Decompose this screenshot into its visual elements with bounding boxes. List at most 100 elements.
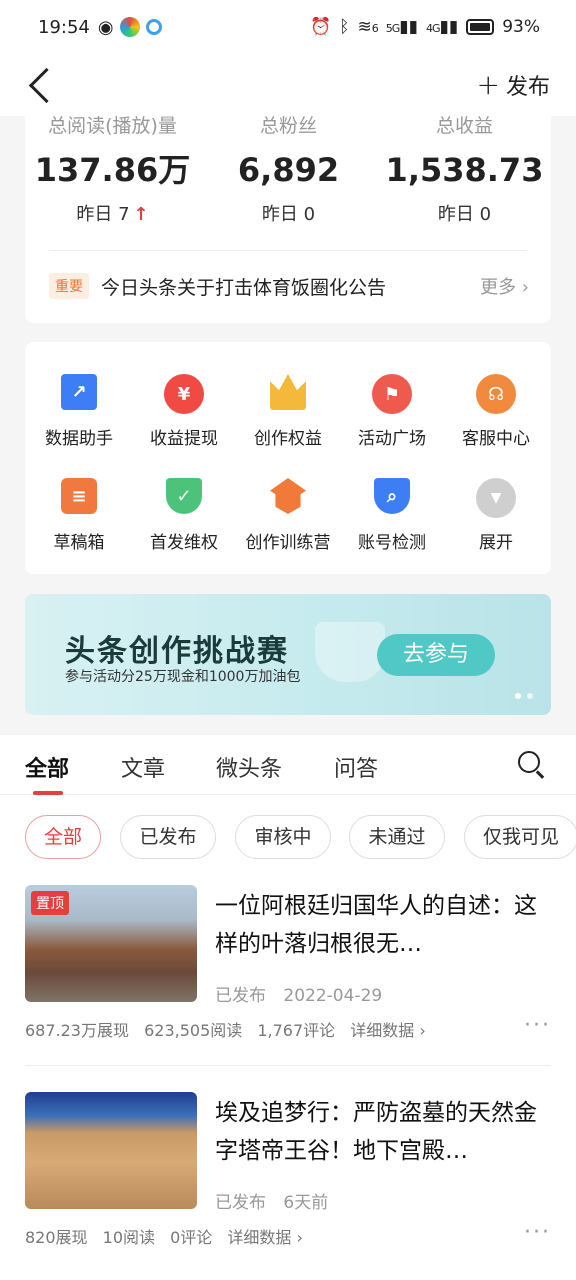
back-icon[interactable] bbox=[26, 65, 56, 105]
promo-banner[interactable]: 头条创作挑战赛 参与活动分25万现金和1000万加油包 去参与 bbox=[25, 594, 551, 715]
tool-label: 展开 bbox=[479, 533, 513, 553]
post-status: 已发布 bbox=[215, 986, 266, 1006]
crown-icon bbox=[270, 374, 306, 410]
post-thumbnail[interactable] bbox=[25, 1092, 197, 1209]
stat-total-reads[interactable]: 总阅读(播放)量 137.86万 昨日 7 ↑ bbox=[25, 116, 200, 226]
banner-title: 头条创作挑战赛 bbox=[65, 634, 289, 669]
flag-icon: ⚑ bbox=[372, 374, 412, 414]
stat-total-fans[interactable]: 总粉丝 6,892 昨日 0 bbox=[201, 116, 376, 226]
tool-income-withdraw[interactable]: ¥ 收益提现 bbox=[132, 374, 236, 449]
tab-articles[interactable]: 文章 bbox=[121, 751, 165, 783]
filter-private[interactable]: 仅我可见 bbox=[464, 815, 576, 859]
stat-yesterday: 昨日 0 bbox=[437, 204, 492, 225]
tab-micro-posts[interactable]: 微头条 bbox=[216, 751, 282, 783]
search-icon[interactable] bbox=[518, 751, 546, 779]
tools-grid: ↗ 数据助手 ¥ 收益提现 创作权益 ⚑ 活动广场 ☊ 客服中心 ≡ 草稿箱 ✓… bbox=[25, 342, 551, 574]
post-item[interactable]: 埃及追梦行：严防盗墓的天然金字塔帝王谷！地下宫殿… 已发布 6天前 820展现 … bbox=[25, 1092, 551, 1262]
trend-up-icon: ↑ bbox=[133, 204, 149, 225]
post-status: 已发布 bbox=[215, 1193, 266, 1213]
post-comments: 1,767评论 bbox=[257, 1021, 336, 1040]
post-date: 2022-04-29 bbox=[283, 986, 383, 1006]
post-item[interactable]: 置顶 一位阿根廷归国华人的自述：这样的叶落归根很无… 已发布 2022-04-2… bbox=[25, 885, 551, 1055]
tool-label: 活动广场 bbox=[358, 429, 426, 449]
notice-text[interactable]: 今日头条关于打击体育饭圈化公告 bbox=[101, 273, 386, 300]
signal-4g-icon: 4G▮▮ bbox=[425, 17, 459, 37]
draft-icon: ≡ bbox=[61, 478, 97, 514]
stat-value: 137.86万 bbox=[34, 151, 191, 189]
chart-icon: ↗ bbox=[61, 374, 97, 410]
tool-label: 首发维权 bbox=[150, 533, 218, 553]
tool-label: 草稿箱 bbox=[53, 533, 105, 553]
bluetooth-icon: ᛒ bbox=[339, 17, 350, 37]
clock: 19:54 bbox=[38, 16, 90, 38]
plus-icon: + bbox=[476, 68, 500, 101]
tool-label: 数据助手 bbox=[45, 429, 113, 449]
important-badge: 重要 bbox=[49, 273, 89, 299]
post-title[interactable]: 一位阿根廷归国华人的自述：这样的叶落归根很无… bbox=[215, 887, 551, 963]
tool-activity-plaza[interactable]: ⚑ 活动广场 bbox=[340, 374, 444, 449]
post-comments: 0评论 bbox=[170, 1228, 213, 1247]
filter-all[interactable]: 全部 bbox=[25, 815, 101, 859]
post-reads: 10阅读 bbox=[102, 1228, 156, 1247]
stat-label: 总粉丝 bbox=[259, 116, 317, 137]
join-button[interactable]: 去参与 bbox=[377, 634, 495, 676]
yuan-icon: ¥ bbox=[164, 374, 204, 414]
stat-label: 总收益 bbox=[435, 116, 493, 137]
nav-bar: + 发布 bbox=[0, 54, 576, 116]
divider bbox=[49, 250, 527, 251]
publish-button[interactable]: + 发布 bbox=[477, 69, 550, 101]
tool-label: 创作训练营 bbox=[245, 533, 331, 553]
notice-bar[interactable]: 重要 今日头条关于打击体育饭圈化公告 更多 › bbox=[49, 268, 529, 304]
tab-qa[interactable]: 问答 bbox=[334, 751, 378, 783]
tool-creator-rights[interactable]: 创作权益 bbox=[236, 374, 340, 449]
tool-account-check[interactable]: ⌕ 账号检测 bbox=[340, 478, 444, 553]
post-title[interactable]: 埃及追梦行：严防盗墓的天然金字塔帝王谷！地下宫殿… bbox=[215, 1094, 551, 1170]
stat-value: 6,892 bbox=[237, 151, 340, 189]
tool-label: 账号检测 bbox=[358, 533, 426, 553]
post-thumbnail[interactable]: 置顶 bbox=[25, 885, 197, 1002]
carousel-dots bbox=[515, 693, 533, 699]
tool-drafts[interactable]: ≡ 草稿箱 bbox=[27, 478, 131, 553]
post-reads: 623,505阅读 bbox=[144, 1021, 243, 1040]
pinned-badge: 置顶 bbox=[31, 891, 69, 915]
graduation-cap-icon bbox=[270, 478, 306, 514]
shield-search-icon: ⌕ bbox=[374, 478, 410, 514]
shield-check-icon: ✓ bbox=[166, 478, 202, 514]
tool-customer-service[interactable]: ☊ 客服中心 bbox=[444, 374, 548, 449]
dragon-boat-illustration bbox=[315, 622, 385, 682]
stat-yesterday: 昨日 0 bbox=[261, 204, 316, 225]
stat-value: 1,538.73 bbox=[385, 151, 544, 189]
tool-label: 客服中心 bbox=[462, 429, 530, 449]
tab-all[interactable]: 全部 bbox=[25, 751, 69, 783]
filter-published[interactable]: 已发布 bbox=[120, 815, 216, 859]
publish-label: 发布 bbox=[505, 75, 550, 100]
active-tab-indicator bbox=[33, 791, 63, 795]
tool-expand[interactable]: ▼ 展开 bbox=[444, 478, 548, 553]
more-options-icon[interactable]: ··· bbox=[524, 1220, 551, 1245]
tool-training-camp[interactable]: 创作训练营 bbox=[236, 478, 340, 553]
detail-data-link[interactable]: 详细数据 › bbox=[350, 1021, 426, 1040]
divider bbox=[25, 1065, 551, 1066]
post-impressions: 820展现 bbox=[25, 1228, 88, 1247]
filter-rejected[interactable]: 未通过 bbox=[349, 815, 445, 859]
wifi-icon: ≋6 bbox=[357, 17, 378, 37]
more-options-icon[interactable]: ··· bbox=[524, 1013, 551, 1038]
app-icon bbox=[119, 17, 140, 37]
status-bar: 19:54 ◉ ⏰ ᛒ ≋6 5G▮▮ 4G▮▮ 93% bbox=[0, 0, 576, 54]
filter-reviewing[interactable]: 审核中 bbox=[235, 815, 331, 859]
detail-data-link[interactable]: 详细数据 › bbox=[227, 1228, 303, 1247]
content-tabs: 全部 文章 微头条 问答 bbox=[0, 735, 576, 795]
tool-data-assistant[interactable]: ↗ 数据助手 bbox=[27, 374, 131, 449]
stat-yesterday: 昨日 7 bbox=[76, 204, 130, 225]
filter-chips: 全部 已发布 审核中 未通过 仅我可见 bbox=[25, 815, 576, 859]
stat-total-income[interactable]: 总收益 1,538.73 昨日 0 bbox=[377, 116, 552, 226]
more-link[interactable]: 更多 › bbox=[480, 273, 529, 299]
battery-icon bbox=[466, 19, 495, 35]
stat-label: 总阅读(播放)量 bbox=[48, 116, 177, 137]
battery-level: 93% bbox=[502, 17, 540, 37]
tool-first-publish-protection[interactable]: ✓ 首发维权 bbox=[132, 478, 236, 553]
expand-icon: ▼ bbox=[476, 478, 516, 518]
stats-card: 总阅读(播放)量 137.86万 昨日 7 ↑ 总粉丝 6,892 昨日 0 总收… bbox=[25, 116, 551, 323]
tool-label: 收益提现 bbox=[150, 429, 218, 449]
post-date: 6天前 bbox=[283, 1193, 329, 1213]
